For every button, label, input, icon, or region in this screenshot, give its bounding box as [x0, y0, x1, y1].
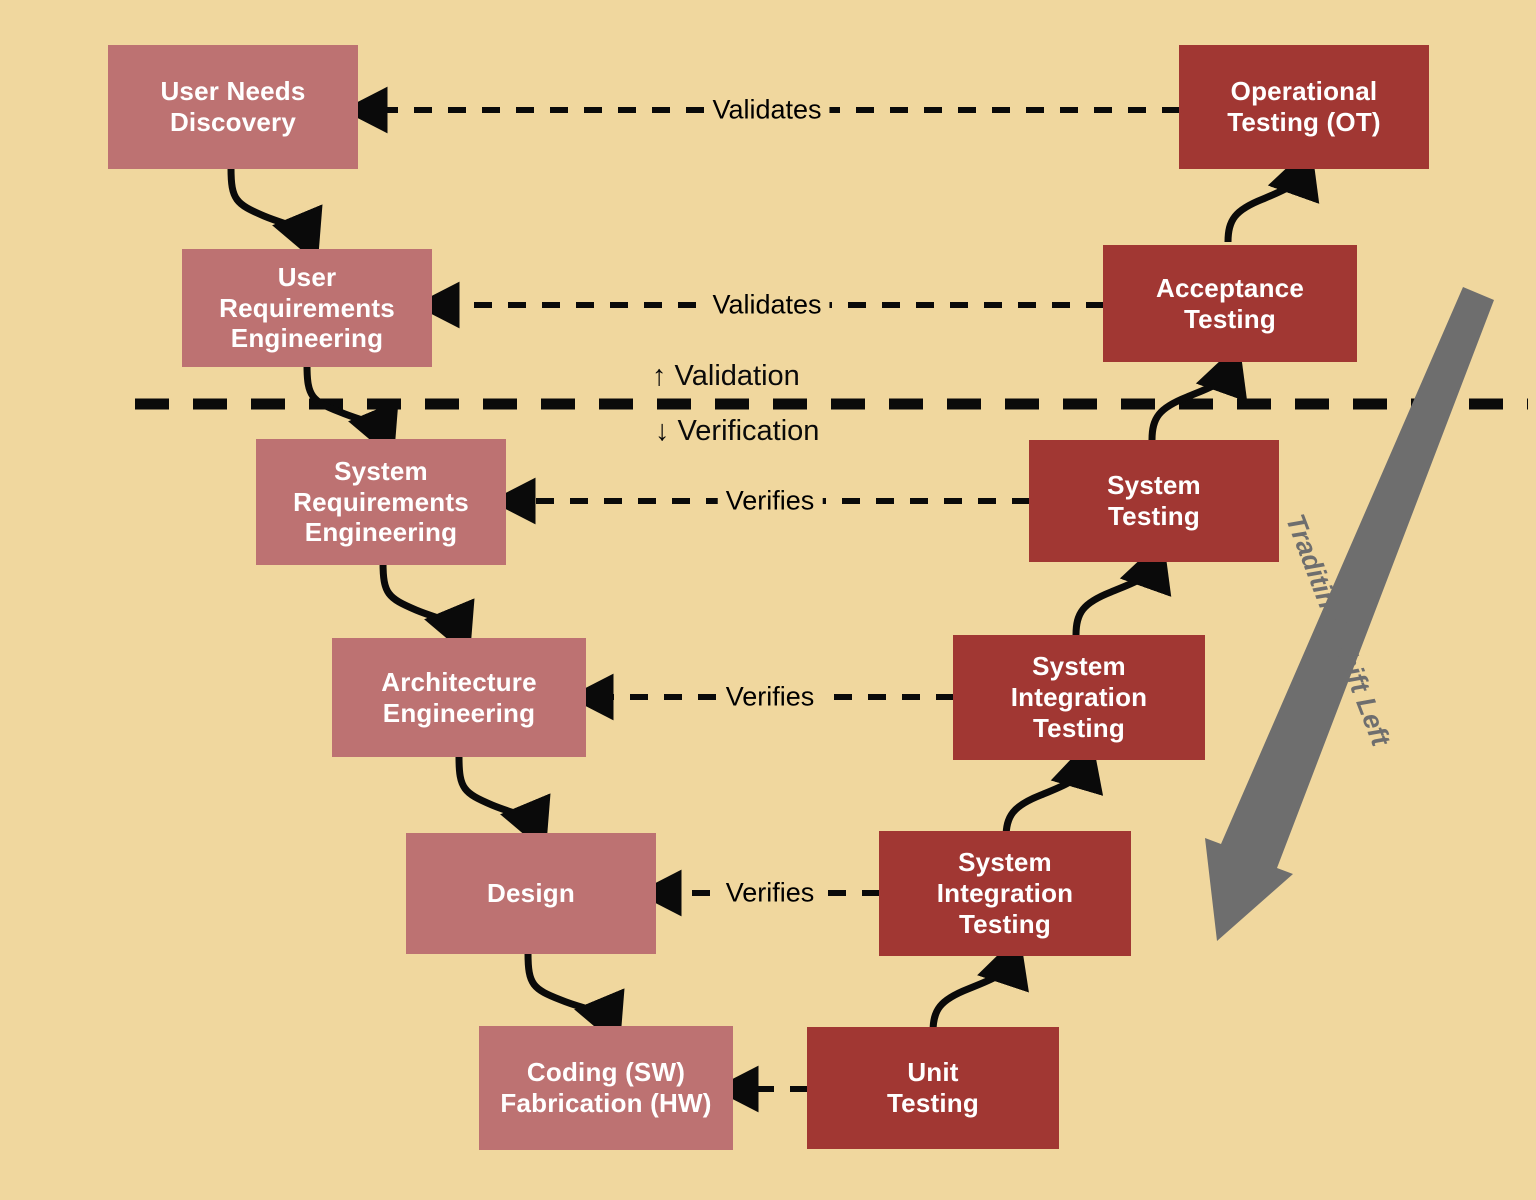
flow-system-testing-to-acceptance [1148, 342, 1248, 441]
flow-system-integration-1-to-system-testing [1072, 537, 1172, 636]
node-acceptance-testing[interactable]: Acceptance Testing [1103, 245, 1357, 362]
verification-label: ↓ Verification [655, 415, 820, 447]
node-label: User Needs Discovery [160, 76, 306, 137]
node-label: System Integration Testing [1010, 651, 1148, 743]
node-system-integration-testing-1[interactable]: System Integration Testing [953, 635, 1205, 760]
traditional-shift-left-arrow [1205, 287, 1494, 941]
node-label: System Integration Testing [936, 847, 1074, 939]
node-user-requirements-engineering[interactable]: User Requirements Engineering [182, 249, 432, 367]
validation-label: ↑ Validation [652, 360, 800, 392]
node-coding-fabrication[interactable]: Coding (SW) Fabrication (HW) [479, 1026, 733, 1150]
edge-label-verifies-architecture: Verifies [717, 681, 823, 713]
node-unit-testing[interactable]: Unit Testing [807, 1027, 1059, 1149]
v-model-diagram: User Needs Discovery User Requirements E… [0, 0, 1536, 1200]
node-label: Acceptance Testing [1156, 272, 1304, 334]
flow-needs-to-user-reqs [227, 167, 323, 264]
edge-label-validates-needs: Validates [704, 94, 830, 126]
node-label: System Requirements Engineering [293, 455, 469, 548]
flow-user-reqs-to-system-reqs [303, 364, 399, 460]
node-label: Unit Testing [887, 1057, 979, 1118]
connector-layer [135, 86, 1528, 1113]
node-system-requirements-engineering[interactable]: System Requirements Engineering [256, 439, 506, 565]
node-design[interactable]: Design [406, 833, 656, 954]
node-architecture-engineering[interactable]: Architecture Engineering [332, 638, 586, 757]
node-user-needs-discovery[interactable]: User Needs Discovery [108, 45, 358, 169]
edge-label-validates-user-reqs: Validates [704, 289, 830, 321]
node-label: Architecture Engineering [381, 666, 537, 728]
node-label: Design [487, 878, 575, 909]
flow-system-integration-2-to-1 [1002, 737, 1104, 839]
edge-label-verifies-design: Verifies [717, 877, 823, 909]
node-system-testing[interactable]: System Testing [1029, 440, 1279, 562]
node-label: User Requirements Engineering [219, 261, 395, 354]
traditional-shift-left-label: Traditinal Shift Left [1279, 510, 1396, 750]
node-label: Operational Testing (OT) [1227, 76, 1381, 137]
node-system-integration-testing-2[interactable]: System Integration Testing [879, 831, 1131, 956]
node-operational-testing[interactable]: Operational Testing (OT) [1179, 45, 1429, 169]
flow-system-reqs-to-architecture [379, 561, 475, 658]
node-label: System Testing [1107, 470, 1201, 531]
flow-acceptance-to-operational [1224, 144, 1320, 243]
flow-design-to-coding [524, 952, 625, 1048]
edge-label-verifies-system-reqs: Verifies [717, 485, 823, 517]
flow-unit-to-system-integration-2 [929, 933, 1029, 1033]
flow-architecture-to-design [455, 756, 551, 853]
node-label: Coding (SW) Fabrication (HW) [500, 1057, 712, 1118]
